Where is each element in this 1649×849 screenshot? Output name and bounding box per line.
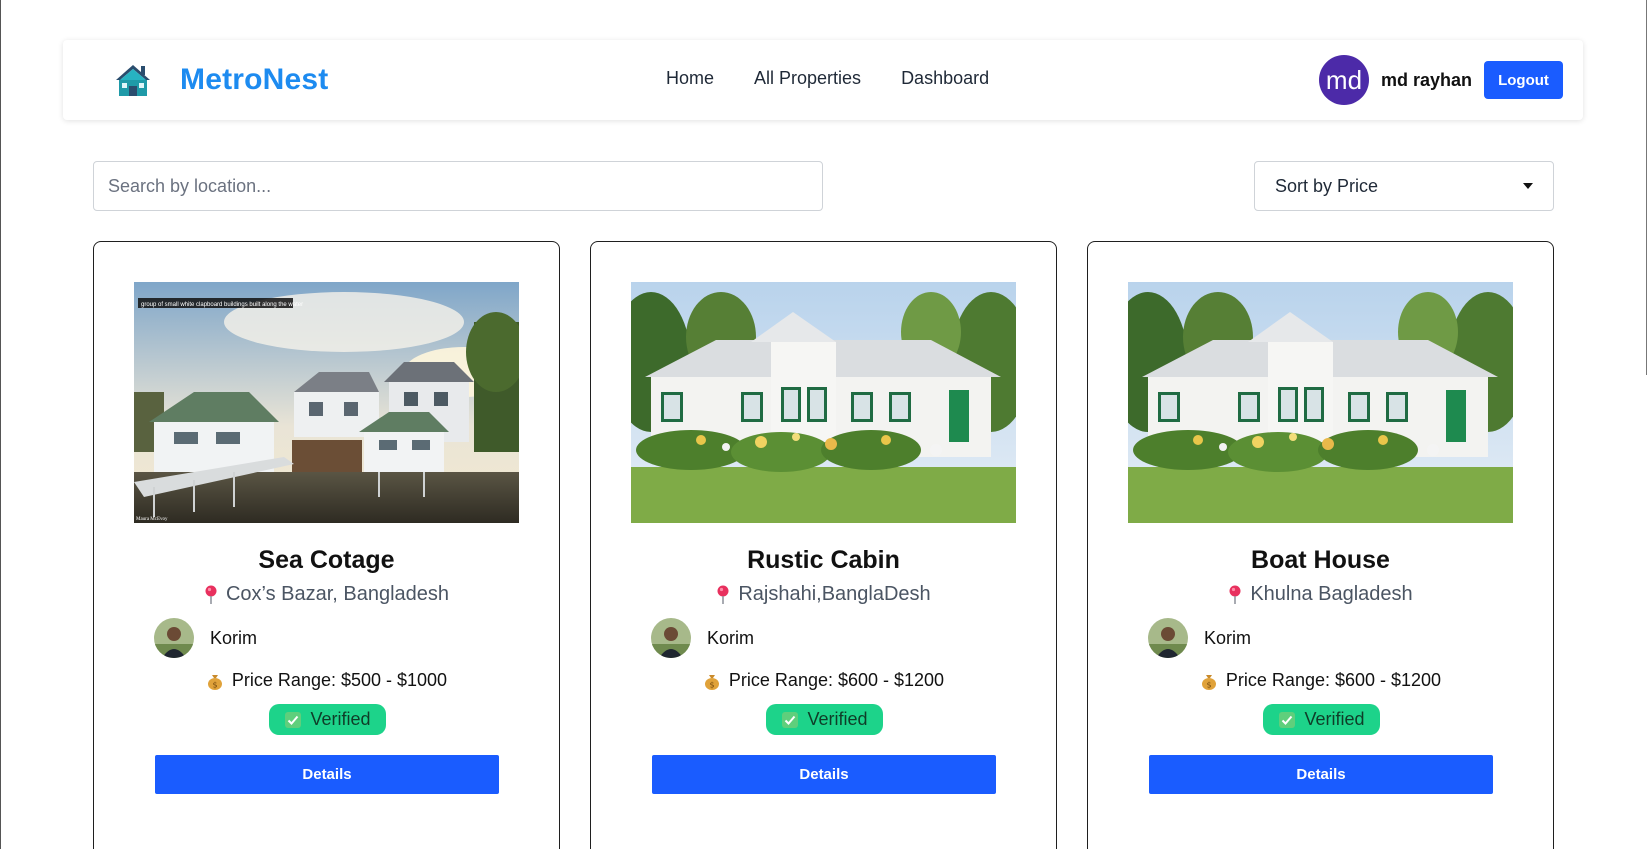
property-title: Boat House xyxy=(1251,546,1390,574)
logout-button[interactable]: Logout xyxy=(1484,61,1563,99)
verified-label: Verified xyxy=(807,709,868,729)
details-button[interactable]: Details xyxy=(652,755,996,794)
price-range-text: Price Range: $600 - $1200 xyxy=(1225,670,1442,690)
agent-avatar xyxy=(651,618,691,658)
property-location: Khulna Bagladesh xyxy=(1088,583,1553,606)
agent-info: Korim xyxy=(154,618,257,658)
nav-all-properties[interactable]: All Properties xyxy=(754,68,861,89)
property-card: Rustic Cabin Rajshahi,BanglaDesh Korim $… xyxy=(590,241,1057,849)
image-caption: group of small white clapboard buildings… xyxy=(141,302,303,308)
check-icon xyxy=(285,711,302,728)
window-border-left xyxy=(0,0,1,849)
sort-select[interactable]: Sort by Price xyxy=(1254,161,1554,211)
property-location: Cox’s Bazar, Bangladesh xyxy=(94,583,559,606)
money-bag-icon: $ xyxy=(1201,674,1216,690)
property-location: Rajshahi,BanglaDesh xyxy=(591,583,1056,606)
agent-info: Korim xyxy=(1148,618,1251,658)
main-nav: Home All Properties Dashboard xyxy=(666,68,989,89)
agent-name: Korim xyxy=(707,627,755,648)
property-location-text: Rajshahi,BanglaDesh xyxy=(738,583,931,605)
location-pin-icon xyxy=(205,585,217,604)
verified-badge: Verified xyxy=(269,704,386,735)
verified-badge: Verified xyxy=(766,704,883,735)
search-input[interactable] xyxy=(93,161,823,211)
navbar: MetroNest Home All Properties Dashboard … xyxy=(63,40,1583,120)
details-button[interactable]: Details xyxy=(155,755,499,794)
nav-dashboard[interactable]: Dashboard xyxy=(901,68,989,89)
verified-badge: Verified xyxy=(1263,704,1380,735)
location-pin-icon xyxy=(1229,585,1241,604)
property-card: group of small white clapboard buildings… xyxy=(93,241,560,849)
property-title: Rustic Cabin xyxy=(747,546,900,574)
agent-avatar xyxy=(154,618,194,658)
check-icon xyxy=(782,711,799,728)
user-name: md rayhan xyxy=(1380,69,1472,90)
svg-text:$: $ xyxy=(1206,680,1211,689)
agent-name: Korim xyxy=(1204,627,1252,648)
price-range-text: Price Range: $500 - $1000 xyxy=(231,670,448,690)
sort-select-value: Sort by Price xyxy=(1275,175,1379,196)
agent-info: Korim xyxy=(651,618,754,658)
price-range-text: Price Range: $600 - $1200 xyxy=(728,670,945,690)
check-icon xyxy=(1279,711,1296,728)
property-card: Boat House Khulna Bagladesh Korim $ Pric… xyxy=(1087,241,1554,849)
user-avatar[interactable]: md xyxy=(1318,55,1369,105)
user-area: md md rayhan Logout xyxy=(1318,55,1563,105)
price-range: $ Price Range: $500 - $1000 xyxy=(94,670,559,691)
property-image xyxy=(1128,282,1513,523)
money-bag-icon: $ xyxy=(207,674,222,690)
image-credit: Maura McEvoy xyxy=(136,517,168,522)
agent-name: Korim xyxy=(210,627,258,648)
nav-home[interactable]: Home xyxy=(666,68,714,89)
house-icon xyxy=(116,65,150,96)
svg-text:$: $ xyxy=(709,680,714,689)
brand-name: MetroNest xyxy=(180,63,329,96)
property-image: group of small white clapboard buildings… xyxy=(134,282,519,523)
money-bag-icon: $ xyxy=(704,674,719,690)
svg-text:$: $ xyxy=(212,680,217,689)
property-location-text: Cox’s Bazar, Bangladesh xyxy=(225,583,450,605)
property-image xyxy=(631,282,1016,523)
price-range: $ Price Range: $600 - $1200 xyxy=(1088,670,1553,691)
property-location-text: Khulna Bagladesh xyxy=(1250,583,1413,605)
verified-label: Verified xyxy=(1304,709,1365,729)
location-pin-icon xyxy=(717,585,729,604)
details-button[interactable]: Details xyxy=(1149,755,1493,794)
scrollbar-track[interactable] xyxy=(1646,0,1647,375)
price-range: $ Price Range: $600 - $1200 xyxy=(591,670,1056,691)
brand[interactable]: MetroNest xyxy=(115,56,329,104)
agent-avatar xyxy=(1148,618,1188,658)
property-title: Sea Cotage xyxy=(258,546,395,574)
verified-label: Verified xyxy=(310,709,371,729)
caret-down-icon xyxy=(1523,183,1533,189)
